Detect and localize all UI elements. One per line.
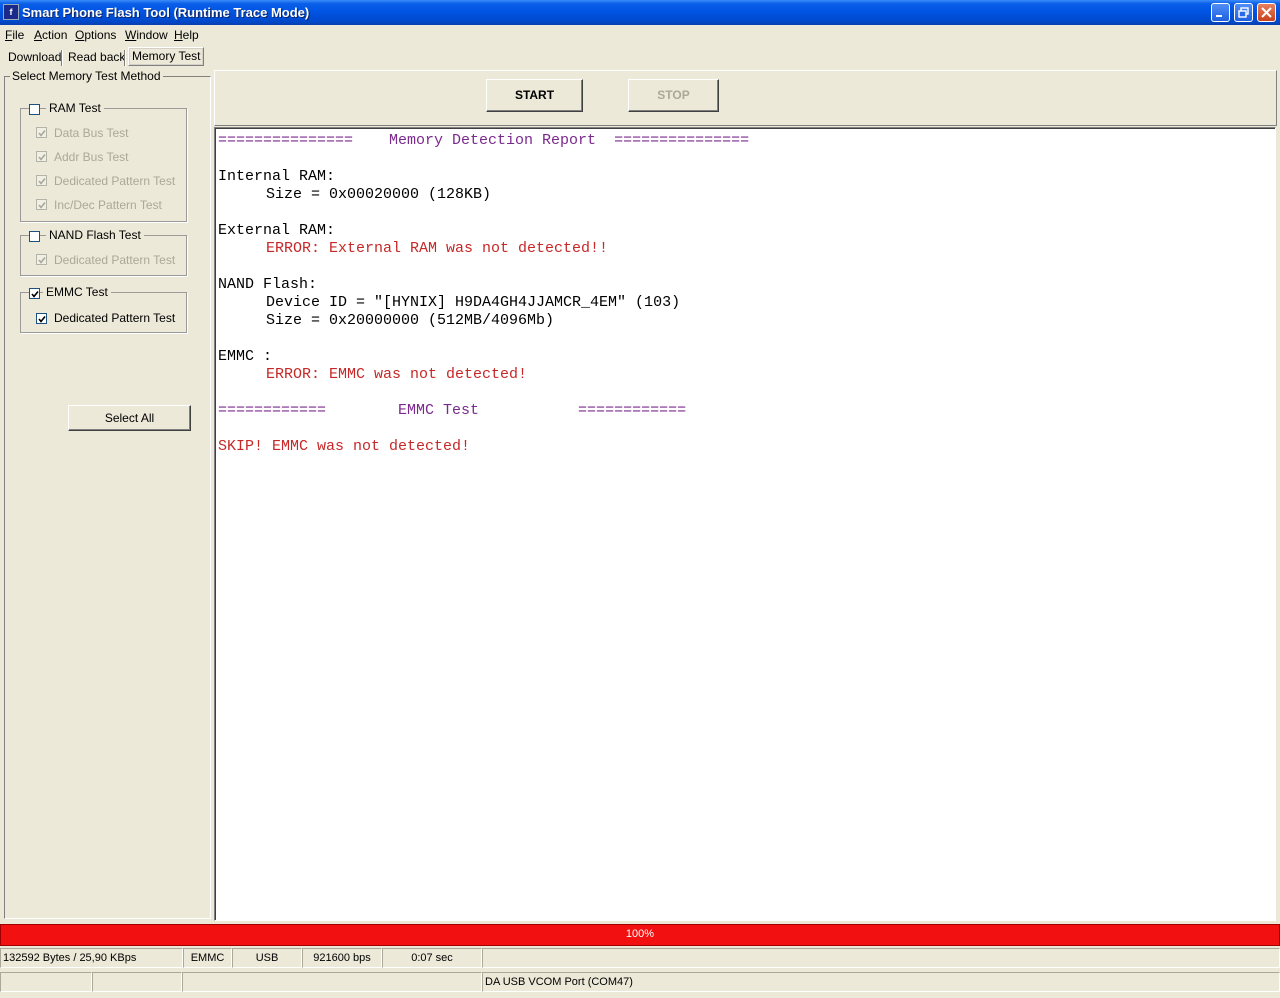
external-ram-title: External RAM: <box>218 222 336 239</box>
tab-separator <box>61 50 63 66</box>
check-icon <box>38 130 46 137</box>
check-icon <box>31 291 39 298</box>
title-bar: f Smart Phone Flash Tool (Runtime Trace … <box>0 0 1280 25</box>
check-icon <box>38 202 46 209</box>
data-bus-test-label: Data Bus Test <box>54 126 129 140</box>
nand-size: Size = 0x20000000 (512MB/4096Mb) <box>266 312 555 329</box>
progress-label: 100% <box>625 928 655 940</box>
emmc-dedicated-pattern-label: Dedicated Pattern Test <box>54 311 176 325</box>
emmc-error: ERROR: EMMC was not detected! <box>266 366 528 383</box>
tab-memory-test[interactable]: Memory Test <box>128 47 205 66</box>
menu-window-accel: W <box>125 28 137 42</box>
nand-flash-test-checkbox[interactable] <box>29 231 40 242</box>
select-all-button[interactable]: Select All <box>68 405 191 431</box>
menu-window[interactable]: Window <box>125 28 168 42</box>
status-transfer-rate: 132592 Bytes / 25,90 KBps <box>0 948 183 968</box>
app-icon[interactable]: f <box>3 4 19 20</box>
start-button[interactable]: START <box>486 79 583 112</box>
ram-dedicated-pattern-label: Dedicated Pattern Test <box>54 174 176 188</box>
ram-dedicated-pattern-checkbox[interactable] <box>36 175 47 186</box>
emmc-test-header: ============ EMMC Test ============ <box>218 402 687 419</box>
tab-read-back[interactable]: Read back <box>64 49 129 66</box>
menu-file-label: ile <box>12 28 25 42</box>
status-cell-empty-2 <box>92 972 182 992</box>
status-storage-type: EMMC <box>183 948 232 968</box>
ram-test-checkbox[interactable] <box>29 104 40 115</box>
check-icon <box>38 316 46 323</box>
menu-file[interactable]: File <box>5 28 24 42</box>
report-header: =============== Memory Detection Report … <box>218 132 750 149</box>
emmc-test-checkbox[interactable] <box>29 288 40 299</box>
menu-options-label: ptions <box>84 28 117 42</box>
inc-dec-pattern-label: Inc/Dec Pattern Test <box>54 198 162 212</box>
control-panel <box>214 70 1277 126</box>
menu-bar: File Action Options Window Help <box>0 25 1280 44</box>
progress-bar: 100% <box>0 924 1280 946</box>
menu-action-label: ction <box>42 28 68 42</box>
status-port: DA USB VCOM Port (COM47) <box>482 972 1280 992</box>
emmc-skip-message: SKIP! EMMC was not detected! <box>218 438 471 455</box>
nand-flash-test-label: NAND Flash Test <box>46 228 144 242</box>
nand-dedicated-pattern-label: Dedicated Pattern Test <box>54 253 176 267</box>
menu-action-accel: A <box>34 28 43 42</box>
nand-dedicated-pattern-checkbox[interactable] <box>36 254 47 265</box>
tab-bar: Download Read back Memory Test <box>0 46 1280 68</box>
emmc-title: EMMC : <box>218 348 273 365</box>
status-baud-rate: 921600 bps <box>302 948 382 968</box>
check-icon <box>38 178 46 185</box>
tab-separator <box>124 50 126 66</box>
tab-download[interactable]: Download <box>4 49 65 66</box>
nand-flash-title: NAND Flash: <box>218 276 318 293</box>
check-icon <box>38 257 46 264</box>
menu-help-label: elp <box>182 28 199 42</box>
status-elapsed-time: 0:07 sec <box>382 948 482 968</box>
restore-icon <box>1238 7 1249 18</box>
menu-help[interactable]: Help <box>174 28 199 42</box>
minimize-button[interactable] <box>1211 3 1230 22</box>
memory-test-method-title: Select Memory Test Method <box>10 69 163 83</box>
ram-test-label: RAM Test <box>46 101 104 115</box>
menu-options[interactable]: Options <box>75 28 116 42</box>
window-title: Smart Phone Flash Tool (Runtime Trace Mo… <box>22 5 310 20</box>
status-cell-empty-3 <box>182 972 482 992</box>
menu-window-label: indow <box>136 28 168 42</box>
addr-bus-test-label: Addr Bus Test <box>54 150 129 164</box>
menu-action[interactable]: Action <box>34 28 67 42</box>
addr-bus-test-checkbox[interactable] <box>36 151 47 162</box>
close-button[interactable] <box>1257 3 1276 22</box>
inc-dec-pattern-checkbox[interactable] <box>36 199 47 210</box>
data-bus-test-checkbox[interactable] <box>36 127 47 138</box>
nand-device-id: Device ID = "[HYNIX] H9DA4GH4JJAMCR_4EM"… <box>266 294 681 311</box>
external-ram-error: ERROR: External RAM was not detected!! <box>266 240 609 257</box>
menu-options-accel: O <box>75 28 85 42</box>
menu-help-accel: H <box>174 28 183 42</box>
internal-ram-size: Size = 0x00020000 (128KB) <box>266 186 492 203</box>
status-spare <box>482 948 1280 968</box>
stop-button[interactable]: STOP <box>628 79 719 112</box>
emmc-dedicated-pattern-checkbox[interactable] <box>36 313 47 324</box>
internal-ram-title: Internal RAM: <box>218 168 336 185</box>
memory-detection-report[interactable]: =============== Memory Detection Report … <box>214 127 1276 921</box>
emmc-test-label: EMMC Test <box>43 285 111 299</box>
status-connection: USB <box>232 948 302 968</box>
minimize-icon <box>1216 15 1222 17</box>
status-cell-empty-1 <box>0 972 92 992</box>
check-icon <box>38 154 46 161</box>
restore-button[interactable] <box>1234 3 1253 22</box>
close-icon <box>1261 7 1272 18</box>
